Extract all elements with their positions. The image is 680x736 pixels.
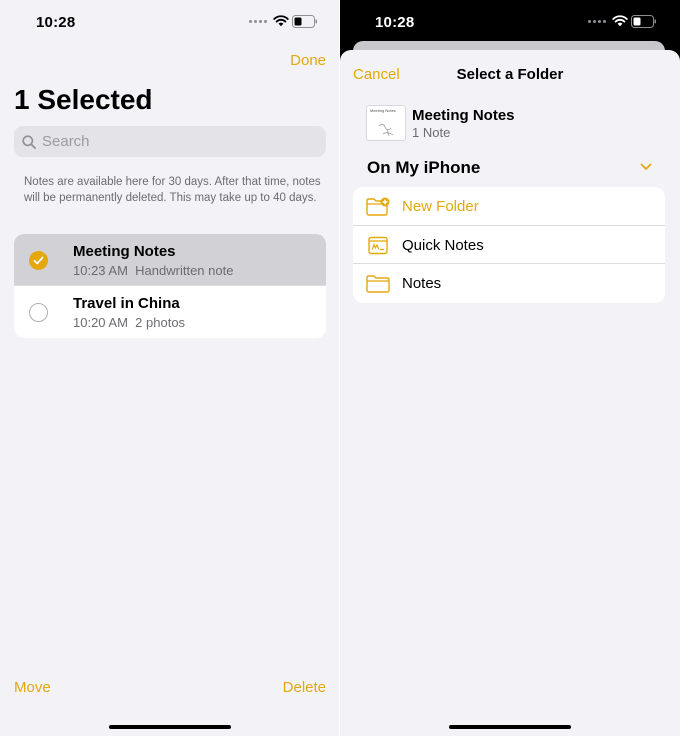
status-time: 10:28 [36,14,76,31]
folder-label: New Folder [402,198,479,215]
cellular-signal-icon [249,20,267,23]
moving-note-count: 1 Note [412,125,451,140]
move-button[interactable]: Move [14,679,51,696]
done-button[interactable]: Done [290,52,326,69]
battery-icon [292,15,317,28]
home-indicator[interactable] [109,725,231,729]
folder-row-new-folder[interactable]: New Folder [353,187,665,226]
delete-button[interactable]: Delete [283,679,326,696]
unselected-circle-icon[interactable] [29,303,48,322]
wifi-icon [273,15,289,27]
chevron-down-icon[interactable] [640,163,652,171]
note-detail: Handwritten note [135,263,234,278]
search-icon [22,134,36,149]
note-list: Meeting Notes 10:23 AM Handwritten note … [14,234,326,338]
thumbnail-title: Meeting Notes [370,108,396,113]
folder-label: Quick Notes [402,236,484,254]
note-thumbnail: Meeting Notes [366,105,406,141]
deletion-info-text: Notes are available here for 30 days. Af… [24,176,321,204]
new-folder-icon [366,197,390,216]
deleted-notes-screen: 10:28 Done 1 Selected Notes are availabl… [0,0,339,736]
note-subtitle: 10:20 AM 2 photos [73,315,185,330]
sheet-title: Select a Folder [456,66,564,83]
note-row-travel-in-china[interactable]: Travel in China 10:20 AM 2 photos [14,286,326,338]
note-title: Travel in China [73,295,180,312]
status-time: 10:28 [375,14,415,31]
folder-row-notes[interactable]: Notes [353,264,665,303]
wifi-icon [612,15,628,27]
select-folder-screen: 10:28 Cancel Select a Folder Meeting Not… [340,0,680,736]
folder-icon [366,275,390,293]
handwriting-icon [378,123,394,137]
page-title: 1 Selected [14,84,153,115]
select-folder-sheet: Cancel Select a Folder Meeting Notes Mee… [340,50,680,736]
cellular-signal-icon [588,20,606,23]
home-indicator[interactable] [449,725,571,729]
quick-notes-icon [368,236,388,254]
folder-list: New Folder Quick Notes Notes [353,187,665,303]
note-time: 10:23 AM [73,263,128,278]
moving-note-title: Meeting Notes [412,107,515,124]
search-input[interactable] [42,133,302,150]
status-bar: 10:28 [0,0,339,44]
search-bar[interactable] [14,126,326,157]
note-time: 10:20 AM [73,315,128,330]
note-row-meeting-notes[interactable]: Meeting Notes 10:23 AM Handwritten note [14,234,326,286]
folder-label: Notes [402,275,442,292]
note-detail: 2 photos [135,315,186,330]
note-subtitle: 10:23 AM Handwritten note [73,263,233,278]
status-bar: 10:28 [340,0,680,44]
section-header-on-my-iphone[interactable]: On My iPhone [367,158,480,178]
folder-row-quick-notes[interactable]: Quick Notes [353,226,665,264]
note-title: Meeting Notes [73,243,176,260]
battery-icon [631,15,656,28]
selected-checkmark-icon[interactable] [29,251,48,270]
